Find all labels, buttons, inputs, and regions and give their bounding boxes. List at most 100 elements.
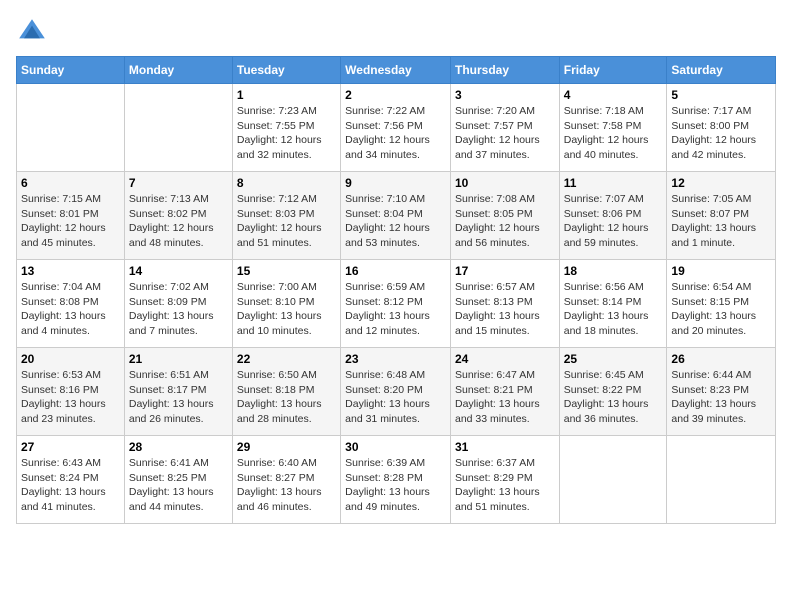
day-info: Sunrise: 7:22 AM Sunset: 7:56 PM Dayligh… — [345, 104, 446, 163]
weekday-header-tuesday: Tuesday — [232, 57, 340, 84]
day-number: 5 — [671, 88, 771, 102]
day-info: Sunrise: 6:45 AM Sunset: 8:22 PM Dayligh… — [564, 368, 663, 427]
day-number: 6 — [21, 176, 120, 190]
day-info: Sunrise: 7:10 AM Sunset: 8:04 PM Dayligh… — [345, 192, 446, 251]
calendar-cell: 5 Sunrise: 7:17 AM Sunset: 8:00 PM Daylig… — [667, 84, 776, 172]
calendar-cell: 7 Sunrise: 7:13 AM Sunset: 8:02 PM Daylig… — [124, 172, 232, 260]
calendar-header-row: SundayMondayTuesdayWednesdayThursdayFrid… — [17, 57, 776, 84]
calendar-cell: 22 Sunrise: 6:50 AM Sunset: 8:18 PM Dayli… — [232, 348, 340, 436]
day-number: 25 — [564, 352, 663, 366]
day-number: 30 — [345, 440, 446, 454]
day-number: 12 — [671, 176, 771, 190]
day-number: 27 — [21, 440, 120, 454]
calendar-cell: 24 Sunrise: 6:47 AM Sunset: 8:21 PM Dayli… — [450, 348, 559, 436]
day-info: Sunrise: 7:23 AM Sunset: 7:55 PM Dayligh… — [237, 104, 336, 163]
calendar-cell: 19Sunrise: 6:54 AM Sunset: 8:15 PM Dayli… — [667, 260, 776, 348]
calendar-cell: 30 Sunrise: 6:39 AM Sunset: 8:28 PM Dayli… — [341, 436, 451, 524]
day-info: Sunrise: 6:39 AM Sunset: 8:28 PM Dayligh… — [345, 456, 446, 515]
calendar-cell: 3Sunrise: 7:20 AM Sunset: 7:57 PM Daylig… — [450, 84, 559, 172]
day-info: Sunrise: 6:56 AM Sunset: 8:14 PM Dayligh… — [564, 280, 663, 339]
day-info: Sunrise: 7:12 AM Sunset: 8:03 PM Dayligh… — [237, 192, 336, 251]
day-number: 20 — [21, 352, 120, 366]
day-number: 3 — [455, 88, 555, 102]
day-info: Sunrise: 6:51 AM Sunset: 8:17 PM Dayligh… — [129, 368, 228, 427]
day-number: 31 — [455, 440, 555, 454]
calendar-cell — [667, 436, 776, 524]
day-info: Sunrise: 7:07 AM Sunset: 8:06 PM Dayligh… — [564, 192, 663, 251]
day-number: 26 — [671, 352, 771, 366]
day-number: 14 — [129, 264, 228, 278]
weekday-header-wednesday: Wednesday — [341, 57, 451, 84]
weekday-header-sunday: Sunday — [17, 57, 125, 84]
calendar-cell: 8 Sunrise: 7:12 AM Sunset: 8:03 PM Daylig… — [232, 172, 340, 260]
day-number: 11 — [564, 176, 663, 190]
calendar-cell: 17 Sunrise: 6:57 AM Sunset: 8:13 PM Dayli… — [450, 260, 559, 348]
day-info: Sunrise: 6:59 AM Sunset: 8:12 PM Dayligh… — [345, 280, 446, 339]
weekday-header-saturday: Saturday — [667, 57, 776, 84]
day-info: Sunrise: 7:17 AM Sunset: 8:00 PM Dayligh… — [671, 104, 771, 163]
calendar-table: SundayMondayTuesdayWednesdayThursdayFrid… — [16, 56, 776, 524]
day-number: 8 — [237, 176, 336, 190]
day-info: Sunrise: 7:00 AM Sunset: 8:10 PM Dayligh… — [237, 280, 336, 339]
day-info: Sunrise: 6:54 AM Sunset: 8:15 PM Dayligh… — [671, 280, 771, 339]
logo-icon — [16, 16, 48, 48]
calendar-cell: 26Sunrise: 6:44 AM Sunset: 8:23 PM Dayli… — [667, 348, 776, 436]
calendar-week-row: 13 Sunrise: 7:04 AM Sunset: 8:08 PM Dayli… — [17, 260, 776, 348]
calendar-cell: 15 Sunrise: 7:00 AM Sunset: 8:10 PM Dayli… — [232, 260, 340, 348]
calendar-cell: 16 Sunrise: 6:59 AM Sunset: 8:12 PM Dayli… — [341, 260, 451, 348]
day-number: 29 — [237, 440, 336, 454]
day-number: 13 — [21, 264, 120, 278]
day-number: 21 — [129, 352, 228, 366]
day-info: Sunrise: 6:47 AM Sunset: 8:21 PM Dayligh… — [455, 368, 555, 427]
day-number: 10 — [455, 176, 555, 190]
day-number: 28 — [129, 440, 228, 454]
day-info: Sunrise: 7:08 AM Sunset: 8:05 PM Dayligh… — [455, 192, 555, 251]
calendar-cell: 20 Sunrise: 6:53 AM Sunset: 8:16 PM Dayli… — [17, 348, 125, 436]
calendar-week-row: 20 Sunrise: 6:53 AM Sunset: 8:16 PM Dayli… — [17, 348, 776, 436]
day-info: Sunrise: 6:40 AM Sunset: 8:27 PM Dayligh… — [237, 456, 336, 515]
calendar-cell: 13 Sunrise: 7:04 AM Sunset: 8:08 PM Dayli… — [17, 260, 125, 348]
calendar-week-row: 6 Sunrise: 7:15 AM Sunset: 8:01 PM Daylig… — [17, 172, 776, 260]
day-info: Sunrise: 7:05 AM Sunset: 8:07 PM Dayligh… — [671, 192, 771, 251]
day-info: Sunrise: 6:53 AM Sunset: 8:16 PM Dayligh… — [21, 368, 120, 427]
day-info: Sunrise: 6:43 AM Sunset: 8:24 PM Dayligh… — [21, 456, 120, 515]
day-number: 17 — [455, 264, 555, 278]
day-info: Sunrise: 6:41 AM Sunset: 8:25 PM Dayligh… — [129, 456, 228, 515]
calendar-cell: 21 Sunrise: 6:51 AM Sunset: 8:17 PM Dayli… — [124, 348, 232, 436]
calendar-cell — [559, 436, 667, 524]
day-number: 18 — [564, 264, 663, 278]
day-number: 16 — [345, 264, 446, 278]
day-info: Sunrise: 7:15 AM Sunset: 8:01 PM Dayligh… — [21, 192, 120, 251]
calendar-cell: 18 Sunrise: 6:56 AM Sunset: 8:14 PM Dayli… — [559, 260, 667, 348]
calendar-cell: 14 Sunrise: 7:02 AM Sunset: 8:09 PM Dayli… — [124, 260, 232, 348]
calendar-cell: 31Sunrise: 6:37 AM Sunset: 8:29 PM Dayli… — [450, 436, 559, 524]
weekday-header-thursday: Thursday — [450, 57, 559, 84]
day-number: 7 — [129, 176, 228, 190]
calendar-cell: 9 Sunrise: 7:10 AM Sunset: 8:04 PM Daylig… — [341, 172, 451, 260]
calendar-cell — [17, 84, 125, 172]
day-info: Sunrise: 6:48 AM Sunset: 8:20 PM Dayligh… — [345, 368, 446, 427]
day-info: Sunrise: 6:57 AM Sunset: 8:13 PM Dayligh… — [455, 280, 555, 339]
calendar-cell: 11 Sunrise: 7:07 AM Sunset: 8:06 PM Dayli… — [559, 172, 667, 260]
weekday-header-friday: Friday — [559, 57, 667, 84]
day-info: Sunrise: 7:18 AM Sunset: 7:58 PM Dayligh… — [564, 104, 663, 163]
calendar-cell: 29 Sunrise: 6:40 AM Sunset: 8:27 PM Dayli… — [232, 436, 340, 524]
calendar-cell: 2 Sunrise: 7:22 AM Sunset: 7:56 PM Daylig… — [341, 84, 451, 172]
day-info: Sunrise: 7:13 AM Sunset: 8:02 PM Dayligh… — [129, 192, 228, 251]
day-number: 1 — [237, 88, 336, 102]
calendar-cell: 25 Sunrise: 6:45 AM Sunset: 8:22 PM Dayli… — [559, 348, 667, 436]
calendar-cell: 6 Sunrise: 7:15 AM Sunset: 8:01 PM Daylig… — [17, 172, 125, 260]
day-number: 9 — [345, 176, 446, 190]
day-number: 15 — [237, 264, 336, 278]
calendar-week-row: 1 Sunrise: 7:23 AM Sunset: 7:55 PM Daylig… — [17, 84, 776, 172]
day-number: 22 — [237, 352, 336, 366]
calendar-cell: 28 Sunrise: 6:41 AM Sunset: 8:25 PM Dayli… — [124, 436, 232, 524]
day-number: 2 — [345, 88, 446, 102]
weekday-header-monday: Monday — [124, 57, 232, 84]
page-header — [16, 16, 776, 48]
calendar-week-row: 27 Sunrise: 6:43 AM Sunset: 8:24 PM Dayli… — [17, 436, 776, 524]
day-info: Sunrise: 7:04 AM Sunset: 8:08 PM Dayligh… — [21, 280, 120, 339]
day-info: Sunrise: 7:02 AM Sunset: 8:09 PM Dayligh… — [129, 280, 228, 339]
day-number: 24 — [455, 352, 555, 366]
day-info: Sunrise: 6:50 AM Sunset: 8:18 PM Dayligh… — [237, 368, 336, 427]
